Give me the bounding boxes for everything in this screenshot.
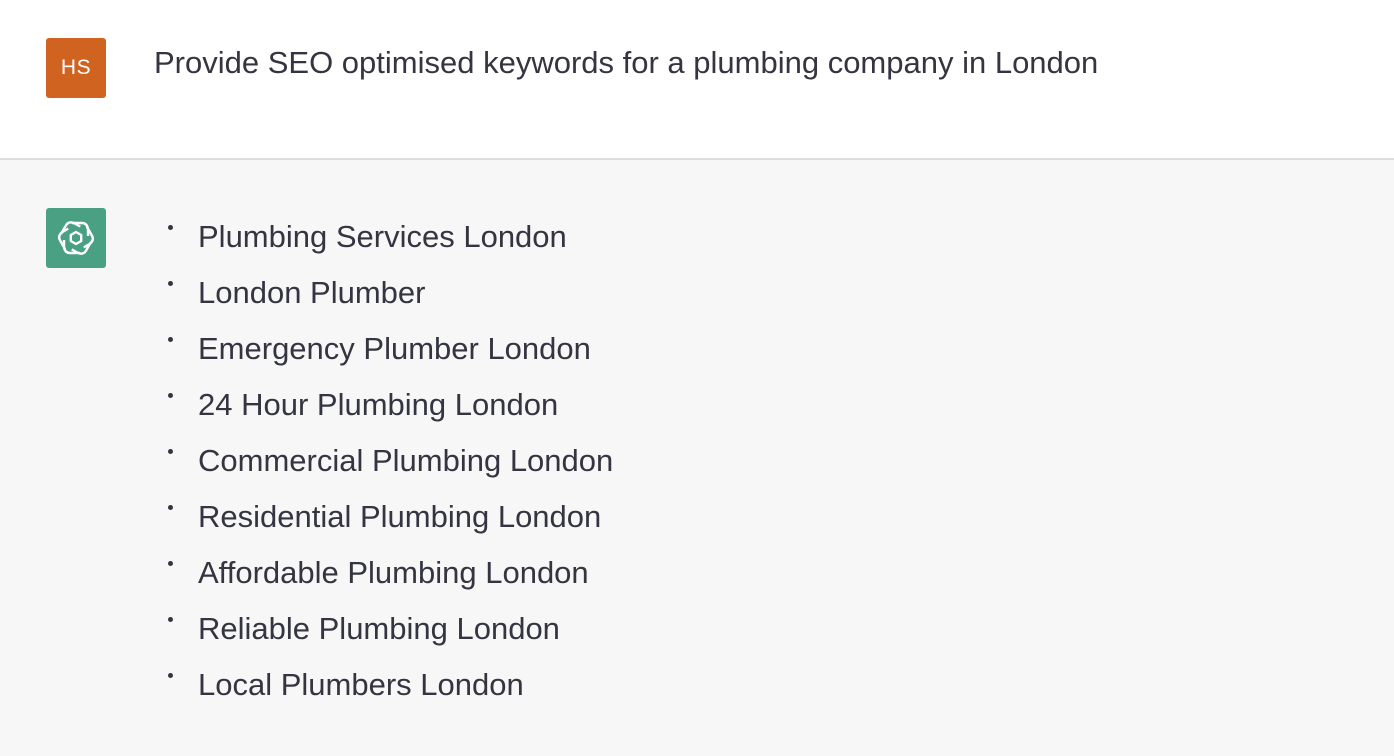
user-message-text: Provide SEO optimised keywords for a plu… xyxy=(154,45,1099,80)
keyword-text: Local Plumbers London xyxy=(198,667,524,702)
bullet-icon xyxy=(168,225,173,230)
assistant-message-row: Plumbing Services London London Plumber … xyxy=(0,160,1394,756)
bullet-icon xyxy=(168,673,173,678)
bullet-icon xyxy=(168,393,173,398)
assistant-avatar xyxy=(46,208,106,268)
bullet-icon xyxy=(168,505,173,510)
bullet-icon xyxy=(168,281,173,286)
user-avatar: HS xyxy=(46,38,106,98)
keyword-text: Emergency Plumber London xyxy=(198,331,591,366)
user-message-row: HS Provide SEO optimised keywords for a … xyxy=(0,0,1394,160)
bullet-icon xyxy=(168,449,173,454)
keyword-text: Affordable Plumbing London xyxy=(198,555,589,590)
keyword-text: Reliable Plumbing London xyxy=(198,611,560,646)
keyword-text: Commercial Plumbing London xyxy=(198,443,614,478)
keyword-text: 24 Hour Plumbing London xyxy=(198,387,559,422)
keyword-text: Plumbing Services London xyxy=(198,219,567,254)
keyword-text: Residential Plumbing London xyxy=(198,499,602,534)
openai-logo-icon xyxy=(57,221,95,255)
keyword-text: London Plumber xyxy=(198,275,426,310)
bullet-icon xyxy=(168,337,173,342)
bullet-icon xyxy=(168,561,173,566)
bullet-icon xyxy=(168,617,173,622)
